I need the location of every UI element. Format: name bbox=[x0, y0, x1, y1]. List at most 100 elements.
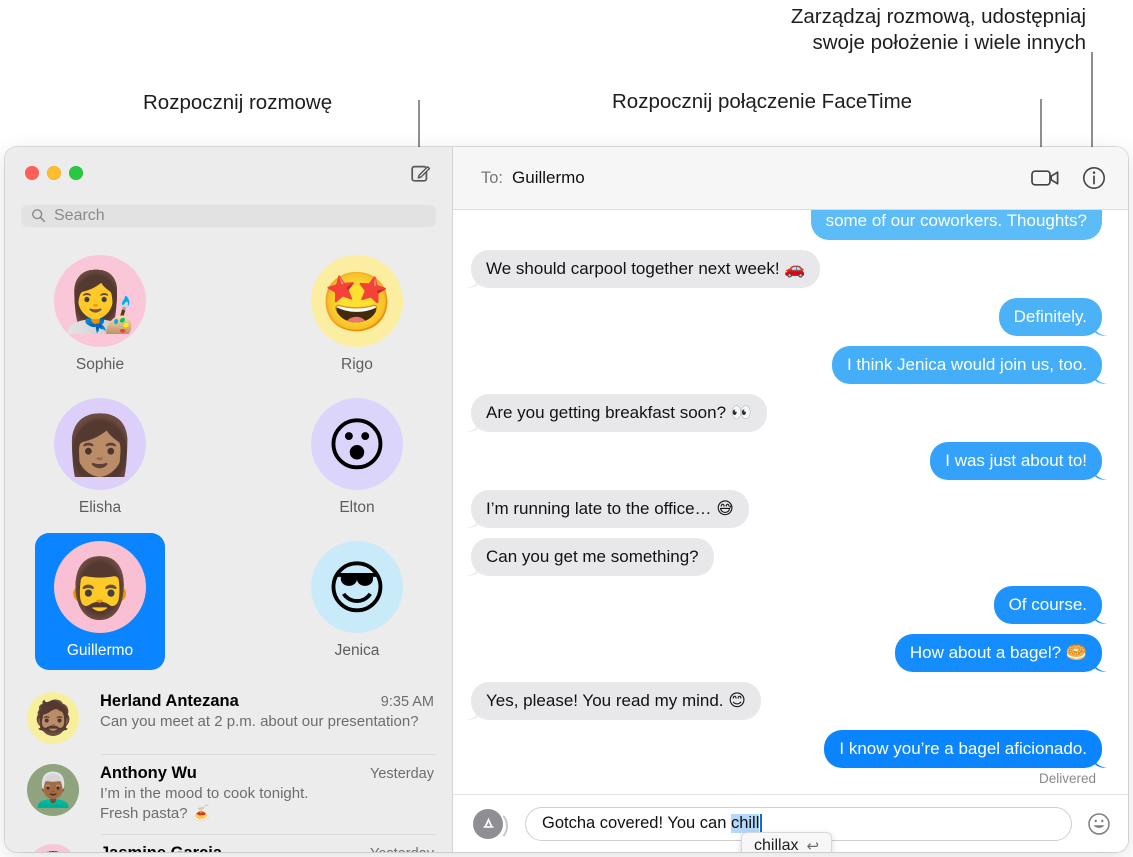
memoji-avatar: 🧔‍♂️ bbox=[54, 540, 146, 633]
smiley-face-icon bbox=[1088, 812, 1110, 835]
conversation-sender-name: Herland Antezana bbox=[100, 691, 239, 710]
pinned-conversation-rigo[interactable]: 🤩 Rigo bbox=[292, 247, 422, 384]
bubble-tail bbox=[466, 416, 480, 432]
close-window-button[interactable] bbox=[25, 166, 39, 180]
conversation-avatar-glyph: 🧔🏽 bbox=[32, 699, 74, 737]
message-row-sent: I was just about to! bbox=[471, 442, 1107, 480]
message-row-sent: Definitely. bbox=[471, 298, 1107, 336]
bubble-tail bbox=[466, 272, 480, 288]
message-bubble[interactable]: We should carpool together next week! 🚗 bbox=[466, 250, 821, 288]
callout-manage-conversation: Zarządzaj rozmową, udostępniaj swoje poł… bbox=[790, 5, 1086, 54]
details-button[interactable] bbox=[1082, 166, 1106, 190]
pinned-conversation-label: Guillermo bbox=[66, 641, 134, 659]
search-input[interactable]: Search bbox=[54, 207, 105, 225]
zoom-window-button[interactable] bbox=[69, 166, 83, 180]
message-text: Can you get me something? bbox=[486, 547, 699, 566]
message-bubble[interactable]: I think Jenica would join us, too. bbox=[831, 346, 1107, 384]
message-text: Yes, please! You read my mind. 😊 bbox=[486, 691, 746, 710]
callout-facetime: Rozpocznij połączenie FaceTime bbox=[612, 90, 913, 113]
memoji-glyph: 😎 bbox=[326, 555, 388, 621]
message-bubble[interactable]: Definitely. bbox=[998, 298, 1107, 336]
conversation-list: 🧔🏽 Herland Antezana 9:35 AM Can you meet at… bbox=[5, 682, 452, 852]
video-camera-icon bbox=[1031, 170, 1059, 186]
pinned-conversation-sophie[interactable]: 👩‍🎨 Sophie bbox=[35, 247, 165, 384]
pinned-conversation-elisha[interactable]: 👩🏽 Elisha bbox=[35, 390, 165, 527]
bubble-tail bbox=[466, 704, 480, 720]
conversation-item-header: Anthony Wu Yesterday bbox=[100, 764, 434, 783]
conversation-timestamp: Yesterday bbox=[370, 846, 434, 852]
message-text: How about a bagel? 🥯 bbox=[909, 643, 1087, 662]
memoji-avatar: 👩🏽 bbox=[54, 397, 146, 490]
conversation-item-header: Herland Antezana 9:35 AM bbox=[100, 692, 434, 711]
conversation-preview-text: I’m in the mood to cook tonight. Fresh p… bbox=[100, 784, 309, 822]
message-bubble[interactable]: I know you’re a bagel aficionado. bbox=[824, 730, 1107, 768]
message-text: I was just about to! bbox=[945, 451, 1087, 470]
conversation-list-item[interactable]: 👨🏾‍🦳 Anthony Wu Yesterday I’m in the mood t… bbox=[5, 753, 452, 834]
message-text: I’m running late to the office… 😅 bbox=[486, 499, 734, 518]
undo-arrow-icon[interactable]: ↩ bbox=[806, 837, 819, 852]
traffic-lights bbox=[25, 166, 83, 180]
memoji-avatar: 😎 bbox=[311, 540, 403, 633]
emoji-picker-button[interactable] bbox=[1086, 811, 1112, 837]
message-bubble[interactable]: I’m running late to the office… 😅 bbox=[466, 490, 749, 528]
compose-new-message-button[interactable] bbox=[408, 160, 434, 186]
bubble-tail bbox=[1093, 656, 1107, 672]
message-bubble[interactable]: Yes, please! You read my mind. 😊 bbox=[466, 682, 761, 720]
message-text: We should carpool together next week! 🚗 bbox=[486, 259, 806, 278]
conversation-sender-name: Anthony Wu bbox=[100, 763, 197, 782]
status-badge-delivered: Delivered bbox=[1038, 771, 1096, 786]
conversation-list-item[interactable]: 👩🏻‍🦱Jasmine GarciaYesterdayPlanning a su… bbox=[5, 833, 452, 852]
message-bubble[interactable]: Are you getting breakfast soon? 👀 bbox=[466, 394, 767, 432]
bubble-tail bbox=[466, 512, 480, 528]
search-field[interactable]: Search bbox=[21, 205, 436, 227]
message-bubble[interactable]: How about a bagel? 🥯 bbox=[894, 634, 1107, 672]
facetime-button[interactable] bbox=[1031, 168, 1060, 188]
callout-start-conversation: Rozpocznij rozmowę bbox=[143, 91, 333, 114]
message-row-sent: How about a bagel? 🥯 bbox=[471, 634, 1107, 672]
conversation-header: To: Guillermo bbox=[453, 147, 1128, 210]
bubble-tail bbox=[1093, 464, 1107, 480]
message-row-received: Yes, please! You read my mind. 😊 bbox=[466, 682, 1102, 720]
apps-button[interactable] bbox=[473, 808, 508, 841]
message-bubble[interactable]: Can you get me something? bbox=[466, 538, 714, 576]
pinned-conversation-label: Sophie bbox=[75, 355, 125, 373]
typed-text-selected: chill bbox=[730, 814, 760, 833]
conversation-list-item[interactable]: 🧔🏽 Herland Antezana 9:35 AM Can you meet at… bbox=[5, 682, 452, 754]
pinned-conversation-elton[interactable]: 😮 Elton bbox=[292, 390, 422, 527]
conversation-avatar: 👨🏾‍🦳 bbox=[27, 763, 79, 816]
bubble-tail bbox=[1093, 368, 1107, 384]
message-bubble[interactable]: some of our coworkers. Thoughts? bbox=[810, 210, 1102, 240]
autocomplete-suggestion-popup[interactable]: chillax ↩ bbox=[741, 832, 833, 852]
pinned-conversation-jenica[interactable]: 😎 Jenica bbox=[292, 533, 422, 670]
memoji-glyph: 🤩 bbox=[320, 269, 394, 335]
conversation-item-body: Jasmine GarciaYesterdayPlanning a surpri… bbox=[100, 844, 434, 852]
conversation-sender-name: Jasmine Garcia bbox=[100, 844, 362, 852]
message-row-received: Can you get me something? bbox=[466, 538, 1102, 576]
sidebar: Search 👩‍🎨 Sophie 🤩 Rigo 👩🏽 Elisha 😮 Elton 🧔‍♂️ G… bbox=[5, 147, 453, 852]
minimize-window-button[interactable] bbox=[47, 166, 61, 180]
memoji-glyph: 🧔‍♂️ bbox=[63, 555, 137, 621]
pinned-conversation-label: Jenica bbox=[334, 641, 380, 659]
search-icon bbox=[32, 209, 46, 223]
pinned-conversations-grid: 👩‍🎨 Sophie 🤩 Rigo 👩🏽 Elisha 😮 Elton 🧔‍♂️ Guillerm… bbox=[5, 227, 452, 676]
memoji-avatar: 👩‍🎨 bbox=[54, 254, 146, 347]
pinned-conversation-guillermo[interactable]: 🧔‍♂️ Guillermo bbox=[35, 532, 165, 670]
message-text: Are you getting breakfast soon? 👀 bbox=[486, 403, 752, 422]
bubble-tail bbox=[1093, 752, 1107, 768]
info-icon bbox=[1083, 167, 1105, 189]
compose-icon bbox=[411, 165, 431, 182]
message-bubble[interactable]: Of course. bbox=[993, 586, 1107, 624]
message-row-sent: some of our coworkers. Thoughts? bbox=[471, 210, 1102, 240]
messages-window: Search 👩‍🎨 Sophie 🤩 Rigo 👩🏽 Elisha 😮 Elton 🧔‍♂️ G… bbox=[5, 147, 1128, 852]
autocomplete-suggestion-text[interactable]: chillax bbox=[754, 837, 798, 852]
message-bubble[interactable]: I was just about to! bbox=[930, 442, 1107, 480]
recipient-field[interactable]: Guillermo bbox=[512, 168, 585, 188]
conversation-timestamp: 9:35 AM bbox=[380, 693, 434, 710]
to-label: To: bbox=[481, 168, 504, 187]
message-text: Definitely. bbox=[1013, 307, 1087, 326]
message-row-received: I’m running late to the office… 😅 bbox=[466, 490, 1102, 528]
message-row-sent: I know you’re a bagel aficionado. bbox=[471, 730, 1107, 768]
message-row-received: We should carpool together next week! 🚗 bbox=[466, 250, 1102, 288]
conversation-avatar: 🧔🏽 bbox=[27, 691, 79, 744]
bubble-tail bbox=[1093, 320, 1107, 336]
